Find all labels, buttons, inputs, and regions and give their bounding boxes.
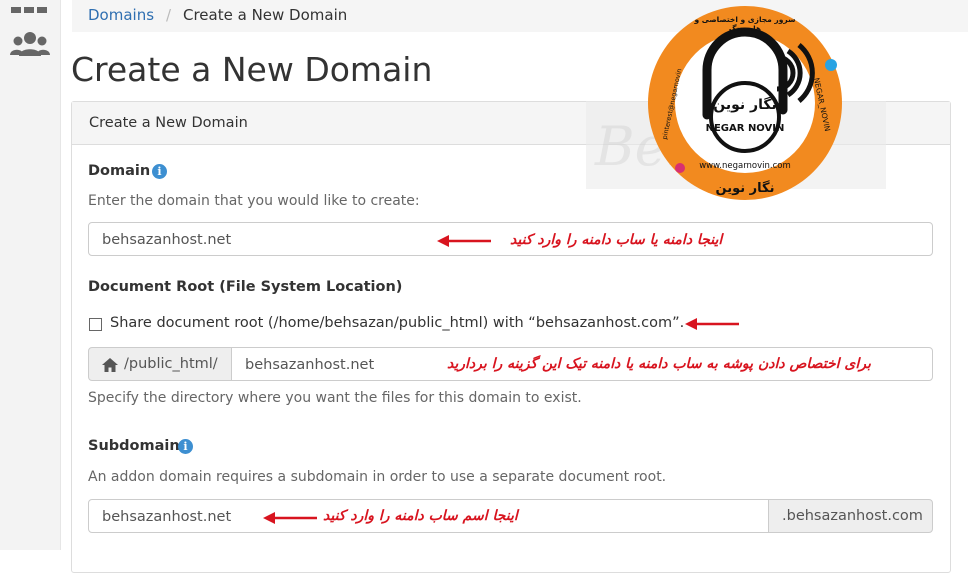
page-title: Create a New Domain [71,50,433,89]
subdomain-input-value: behsazanhost.net [102,509,232,525]
domain-help-text: Enter the domain that you would like to … [88,193,420,209]
info-icon[interactable]: i [178,439,193,454]
docroot-help-text: Specify the directory where you want the… [88,390,582,406]
logo-name-fa: نگار نوین [713,97,777,113]
subdomain-suffix-addon: .behsazanhost.com [768,499,933,533]
docroot-input-value: behsazanhost.net [245,357,375,373]
logo-bottom-text: نگار نوین [715,181,775,196]
negar-novin-logo: نگار نوین NEGAR NOVIN www.negarnovin.com… [647,5,843,201]
home-icon [102,357,118,376]
red-arrow-icon [263,512,317,524]
domain-annotation: اینجا دامنه یا ساب دامنه را وارد کنید [510,232,723,248]
subdomain-suffix-text: .behsazanhost.com [782,508,923,524]
red-arrow-icon [437,235,491,247]
breadcrumb-domains-link[interactable]: Domains [88,6,154,24]
docroot-prefix-addon: /public_html/ [88,347,232,381]
docroot-annotation: برای اختصاص دادن پوشه به ساب دامنه یا دا… [447,356,871,372]
docroot-prefix-text: /public_html/ [124,356,218,372]
red-arrow-icon [685,318,739,330]
apps-grid-icon[interactable] [10,0,48,19]
breadcrumb-separator: / [166,6,172,24]
info-icon[interactable]: i [152,164,167,179]
domain-label: Domain [88,163,151,179]
domain-input-value: behsazanhost.net [102,232,232,248]
share-docroot-label[interactable]: Share document root (/home/behsazan/publ… [110,315,684,331]
subdomain-label: Subdomain [88,438,180,454]
subdomain-annotation: اینجا اسم ساب دامنه را وارد کنید [323,508,518,524]
users-icon[interactable] [10,30,50,62]
docroot-label: Document Root (File System Location) [88,279,403,295]
logo-ring-top: سرور مجازی و اختصاصی و هاستینگ [694,15,796,33]
sidebar [0,0,61,550]
subdomain-help-text: An addon domain requires a subdomain in … [88,469,667,485]
share-docroot-checkbox[interactable] [89,318,102,331]
panel-title: Create a New Domain [89,115,248,131]
logo-name-en: NEGAR NOVIN [705,123,785,134]
breadcrumb-current: Create a New Domain [183,6,348,24]
logo-url: www.negarnovin.com [699,161,791,171]
